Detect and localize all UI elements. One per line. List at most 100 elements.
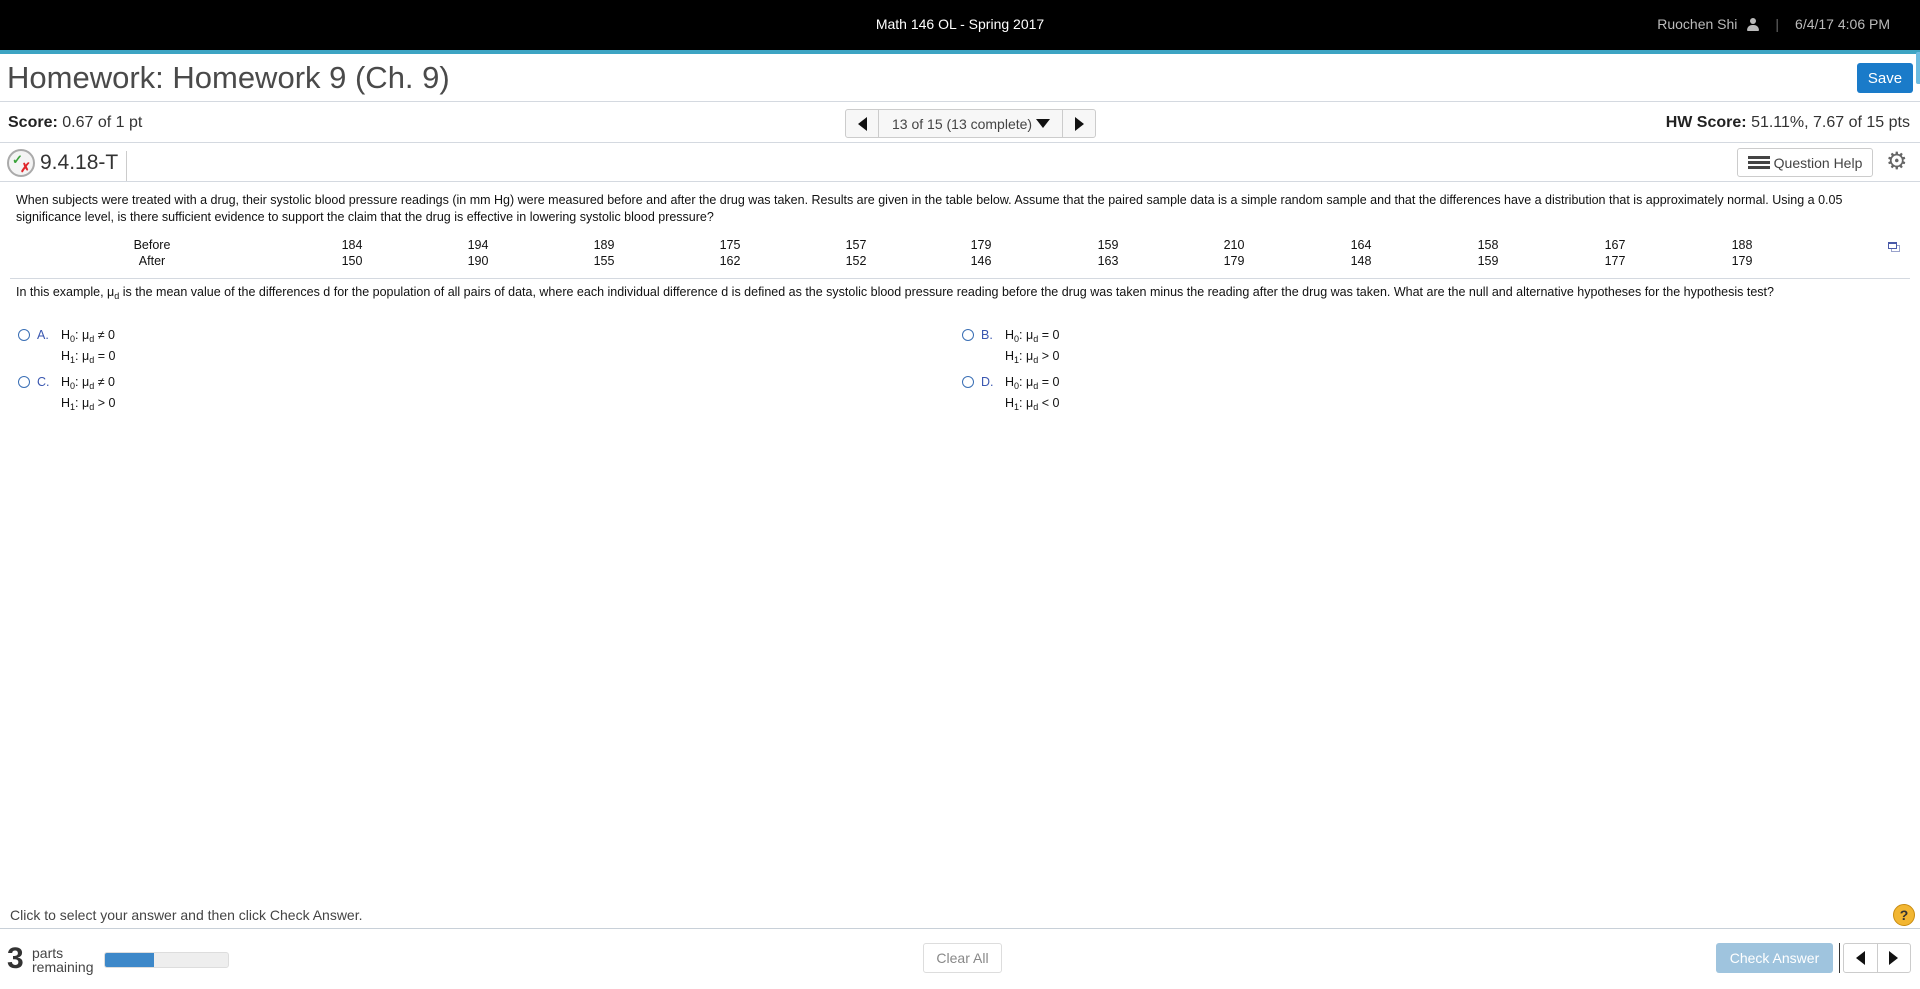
progress-fill [105,953,155,967]
h0-relation: = 0 [1041,375,1060,389]
h1-relation: > 0 [97,396,116,410]
caret-down-icon [1036,119,1051,128]
question-id: 9.4.18-T [40,151,128,181]
option-letter: C. [37,375,50,389]
null-hypothesis: H0: μd ≠ 0 [61,375,115,391]
score-label: Score: [8,114,58,131]
page-title: Homework: Homework 9 (Ch. 9) [7,60,450,95]
hw-score-value: 51.11%, 7.67 of 15 pts [1751,114,1910,131]
arrow-right-icon [1074,116,1084,131]
question-selector[interactable]: 13 of 15 (13 complete) [879,110,1062,137]
question-bar: ✓ ✗ 9.4.18-T Question Help ⚙ [0,144,1920,182]
partial-correct-icon: ✓ ✗ [7,149,35,177]
h1-relation: = 0 [97,349,116,363]
question-text-start: In this example, μ [16,285,115,299]
instruction-text: Click to select your answer and then cli… [10,907,363,923]
divider [10,278,1910,279]
alternative-hypothesis: H1: μd > 0 [1005,349,1060,365]
problem-text: When subjects were treated with a drug, … [16,193,1843,224]
question-help-label: Question Help [1773,154,1863,171]
question-position: 13 of 15 (13 complete) [892,115,1033,132]
table-cell: 167 [1604,238,1626,252]
table-row-after: After 150 190 155 162 152 146 163 179 14… [0,254,1920,270]
h1-relation: > 0 [1041,349,1060,363]
table-cell: 177 [1604,254,1626,268]
gear-icon[interactable]: ⚙ [1886,150,1908,174]
table-row-before: Before 184 194 189 175 157 179 159 210 1… [0,238,1920,254]
previous-question-button[interactable] [846,110,879,137]
table-cell: 146 [970,254,992,268]
question-navigator: 13 of 15 (13 complete) [845,109,1097,138]
hw-score: HW Score: 51.11%, 7.67 of 15 pts [1666,114,1910,132]
question-text: In this example, μd is the mean value of… [16,285,1906,301]
alternative-hypothesis: H1: μd = 0 [61,349,116,365]
user-icon [1747,17,1760,31]
top-bar: Math 146 OL - Spring 2017 Ruochen Shi | … [0,0,1920,50]
h0-relation: = 0 [1041,328,1060,342]
check-answer-button[interactable]: Check Answer [1716,943,1833,973]
option-letter: D. [981,375,994,389]
arrow-left-icon [857,116,867,131]
radio-button[interactable] [962,376,974,388]
table-cell: 179 [1223,254,1245,268]
separator: | [1775,16,1780,32]
row-label: After [138,254,166,268]
table-cell: 184 [341,238,363,252]
row-label: Before [133,238,171,252]
score-bar: Score: 0.67 of 1 pt 13 of 15 (13 complet… [0,103,1920,143]
h0-relation: ≠ 0 [97,328,115,342]
radio-button[interactable] [962,329,974,341]
part-pager [1843,943,1911,973]
arrow-left-icon [1855,951,1865,965]
help-icon[interactable]: ? [1893,904,1915,926]
clear-all-button[interactable]: Clear All [923,943,1002,973]
table-cell: 157 [845,238,867,252]
next-question-button[interactable] [1062,110,1095,137]
radio-button[interactable] [18,376,30,388]
table-cell: 179 [970,238,992,252]
next-part-button[interactable] [1878,944,1911,972]
parts-label-line2: remaining [32,959,94,975]
h1-relation: < 0 [1041,396,1060,410]
table-cell: 159 [1097,238,1119,252]
null-hypothesis: H0: μd = 0 [1005,328,1060,344]
question-help-button[interactable]: Question Help [1737,148,1873,177]
parts-remaining-count: 3 [7,942,24,975]
previous-part-button[interactable] [1844,944,1878,972]
alternative-hypothesis: H1: μd < 0 [1005,396,1060,412]
score-value: 0.67 of 1 pt [62,114,143,131]
table-cell: 179 [1731,254,1753,268]
arrow-right-icon [1889,951,1899,965]
parts-progress-bar [104,952,229,968]
table-cell: 164 [1350,238,1372,252]
table-cell: 189 [593,238,615,252]
copy-to-clipboard-icon[interactable] [1888,242,1900,252]
null-hypothesis: H0: μd ≠ 0 [61,328,115,344]
option-letter: B. [981,328,993,342]
parts-label-line1: parts [32,945,64,961]
table-cell: 190 [467,254,489,268]
parts-remaining-label: parts remaining [32,946,93,974]
table-cell: 155 [593,254,615,268]
option-letter: A. [37,328,49,342]
hw-score-label: HW Score: [1665,114,1747,131]
table-cell: 150 [341,254,363,268]
user-name[interactable]: Ruochen Shi [1657,16,1737,32]
table-cell: 163 [1097,254,1119,268]
table-cell: 175 [719,238,741,252]
table-cell: 159 [1477,254,1499,268]
separator [1839,943,1840,973]
course-title: Math 146 OL - Spring 2017 [875,16,1045,32]
table-cell: 148 [1350,254,1372,268]
question-score: Score: 0.67 of 1 pt [8,114,142,132]
user-area: Ruochen Shi | 6/4/17 4:06 PM [1657,16,1890,32]
table-cell: 194 [467,238,489,252]
datetime: 6/4/17 4:06 PM [1795,16,1890,32]
table-cell: 210 [1223,238,1245,252]
data-table: Before 184 194 189 175 157 179 159 210 1… [0,238,1920,278]
table-cell: 162 [719,254,741,268]
table-cell: 158 [1477,238,1499,252]
save-button[interactable]: Save [1857,63,1913,93]
footer-divider [0,928,1920,929]
radio-button[interactable] [18,329,30,341]
